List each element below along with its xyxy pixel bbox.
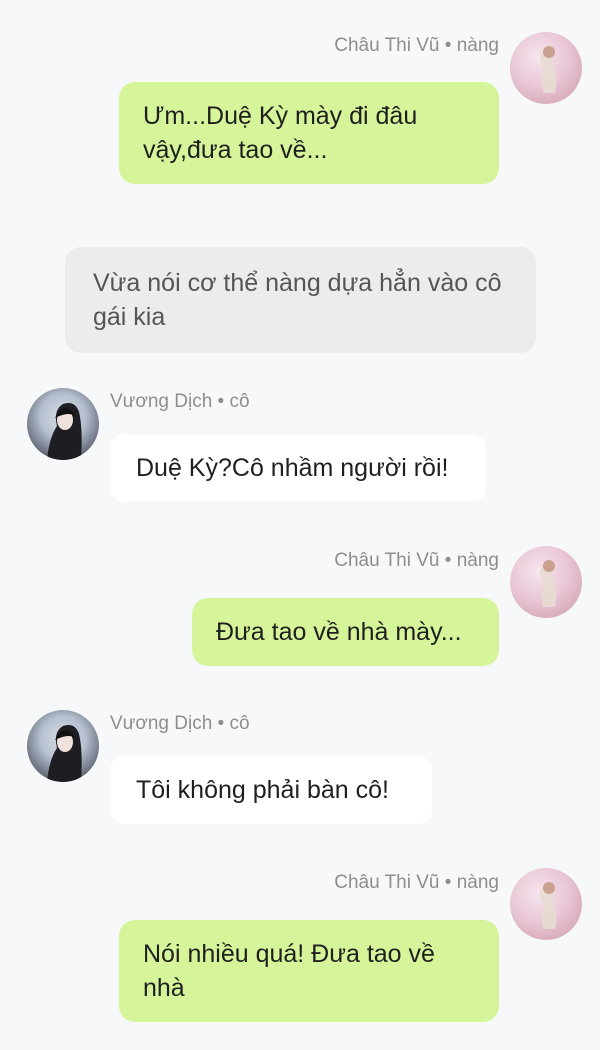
chat-thread[interactable]: Châu Thi Vũ • nàng Ưm...Duệ Kỳ mày đi đâ… bbox=[0, 0, 600, 1050]
sender-role: cô bbox=[229, 391, 250, 412]
sender-name: Châu Thi Vũ bbox=[334, 872, 440, 893]
narration-bubble: Vừa nói cơ thể nàng dựa hẳn vào cô gái k… bbox=[65, 247, 536, 353]
message-bubble: Đưa tao về nhà mày... bbox=[192, 598, 499, 666]
sender-role: nàng bbox=[456, 550, 499, 571]
message-bubble: Tôi không phải bàn cô! bbox=[110, 756, 432, 824]
sender-name: Châu Thi Vũ bbox=[334, 550, 440, 571]
message-meta: Vương Dịch • cô bbox=[110, 390, 250, 414]
sender-name: Vương Dịch bbox=[110, 713, 213, 734]
avatar-vuong-dich[interactable] bbox=[27, 710, 99, 782]
message-meta: Châu Thi Vũ • nàng bbox=[334, 871, 499, 895]
sender-role: nàng bbox=[456, 35, 499, 56]
message-meta: Châu Thi Vũ • nàng bbox=[334, 34, 499, 58]
meta-separator: • bbox=[439, 872, 457, 893]
meta-separator: • bbox=[212, 713, 230, 734]
sender-role: nàng bbox=[456, 872, 499, 893]
sender-name: Vương Dịch bbox=[110, 391, 213, 412]
message-meta: Vương Dịch • cô bbox=[110, 712, 250, 736]
meta-separator: • bbox=[439, 35, 457, 56]
message-bubble: Ưm...Duệ Kỳ mày đi đâu vậy,đưa tao về... bbox=[119, 82, 499, 184]
sender-role: cô bbox=[229, 713, 250, 734]
message-bubble: Duệ Kỳ?Cô nhầm người rồi! bbox=[110, 434, 486, 502]
meta-separator: • bbox=[212, 391, 230, 412]
sender-name: Châu Thi Vũ bbox=[334, 35, 440, 56]
message-bubble: Nói nhiều quá! Đưa tao về nhà bbox=[119, 920, 499, 1022]
avatar-vuong-dich[interactable] bbox=[27, 388, 99, 460]
message-meta: Châu Thi Vũ • nàng bbox=[334, 549, 499, 573]
avatar-chau-thi-vu[interactable] bbox=[510, 868, 582, 940]
avatar-chau-thi-vu[interactable] bbox=[510, 546, 582, 618]
meta-separator: • bbox=[439, 550, 457, 571]
avatar-chau-thi-vu[interactable] bbox=[510, 32, 582, 104]
